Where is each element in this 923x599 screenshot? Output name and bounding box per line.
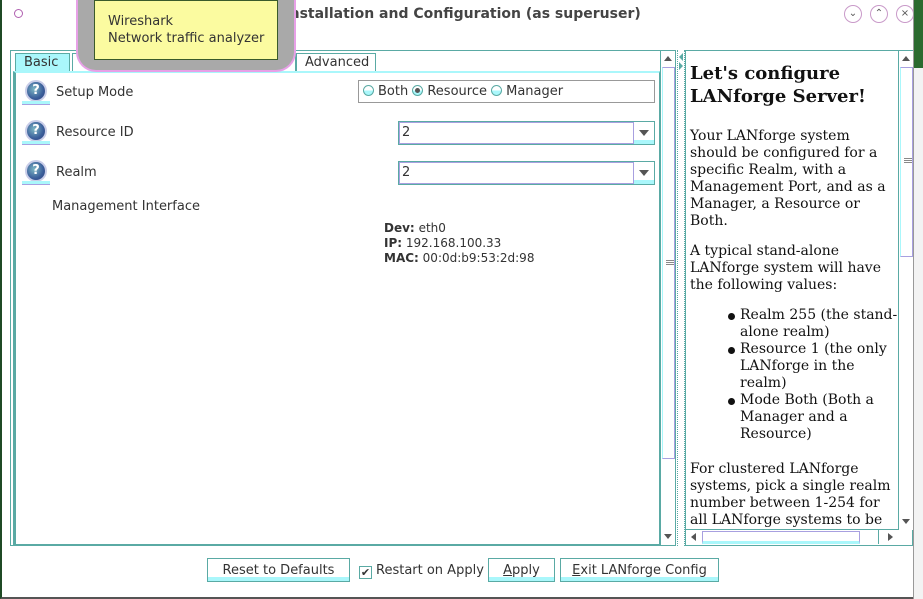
dev-label: Dev: (384, 221, 415, 235)
scroll-right-arrow[interactable] (878, 530, 898, 544)
scroll-down-arrow[interactable] (661, 529, 675, 543)
radio-icon (363, 85, 374, 96)
minimize-button[interactable]: ⌄ (844, 5, 862, 23)
collapse-right-arrow[interactable] (679, 62, 683, 70)
scroll-down-arrow[interactable] (899, 514, 913, 528)
apply-mnemonic: A (503, 563, 513, 578)
help-bullet: Realm 255 (the stand-alone realm) (728, 307, 898, 340)
radio-manager-label: Manager (506, 84, 564, 99)
ip-label: IP: (384, 236, 403, 250)
help-heading: Let's configure LANforge Server! (690, 63, 866, 107)
radio-both-label: Both (378, 84, 409, 99)
scroll-up-arrow[interactable] (899, 52, 913, 66)
help-paragraph-1: Your LANforge system should be configure… (690, 128, 886, 229)
apply-button[interactable]: Apply (488, 558, 555, 582)
resource-id-label: Resource ID (56, 125, 134, 140)
management-interface-label: Management Interface (52, 199, 200, 214)
tooltip-description: Network traffic analyzer (108, 31, 265, 46)
scrollbar-thumb[interactable] (702, 531, 860, 544)
radio-resource-label: Resource (427, 84, 487, 99)
help-horizontal-scrollbar[interactable] (686, 529, 898, 545)
apply-label: pply (512, 563, 540, 578)
window-menu-icon[interactable] (14, 9, 23, 18)
wireshark-tooltip: Wireshark Network traffic analyzer (94, 0, 278, 60)
lanforge-config-window: ge Installation and Configuration (as su… (0, 0, 923, 599)
tab-advanced[interactable]: Advanced (296, 53, 376, 72)
scrollbar-thumb[interactable] (900, 67, 913, 257)
chevron-down-icon[interactable] (634, 122, 654, 144)
pane-splitter[interactable] (677, 50, 685, 546)
help-bullet: Resource 1 (the only LANforge in the rea… (728, 341, 898, 392)
basic-tab-panel: ? Setup Mode Both Resource Manager ? Res… (13, 71, 660, 545)
close-button[interactable]: × (896, 5, 914, 23)
radio-manager[interactable]: Manager (491, 84, 563, 99)
chevron-down-icon[interactable] (634, 162, 654, 184)
tooltip-title: Wireshark (108, 14, 174, 29)
help-pane: Let's configure LANforge Server! Your LA… (685, 50, 913, 546)
help-icon-resource-id[interactable]: ? (22, 119, 50, 145)
scroll-up-arrow[interactable] (661, 52, 675, 66)
reset-to-defaults-button[interactable]: Reset to Defaults (207, 558, 350, 582)
setup-mode-label: Setup Mode (56, 85, 134, 100)
tab-basic[interactable]: Basic (15, 53, 70, 72)
realm-label: Realm (56, 165, 97, 180)
help-bullet: Mode Both (Both a Manager and a Resource… (728, 392, 898, 443)
resource-id-combo[interactable]: 2 (398, 121, 655, 145)
settings-pane: Basic Network Logging Clustering Advance… (10, 50, 676, 546)
settings-vertical-scrollbar[interactable] (660, 51, 675, 545)
window-title: ge Installation and Configuration (as su… (260, 6, 641, 22)
help-paragraph-2: A typical stand-alone LANforge system wi… (690, 243, 881, 293)
resource-id-value[interactable]: 2 (399, 122, 634, 144)
help-content: Let's configure LANforge Server! Your LA… (686, 51, 898, 530)
help-icon-realm[interactable]: ? (22, 159, 50, 185)
setup-mode-radio-group: Both Resource Manager (358, 80, 655, 103)
grip-icon (666, 260, 674, 265)
radio-icon (491, 85, 503, 96)
maximize-button[interactable]: ⌃ (870, 5, 888, 23)
mac-label: MAC: (384, 251, 419, 265)
realm-combo[interactable]: 2 (398, 161, 655, 185)
help-paragraph-3: For clustered LANforge systems, pick a s… (690, 461, 891, 530)
radio-resource[interactable]: Resource (412, 84, 487, 99)
scrollbar-thumb[interactable] (662, 67, 675, 459)
help-icon-setup-mode[interactable]: ? (22, 79, 50, 105)
dev-value: eth0 (418, 221, 446, 235)
help-bullet-list: Realm 255 (the stand-alone realm) Resour… (690, 307, 898, 443)
radio-selected-icon (412, 85, 424, 96)
exit-lanforge-config-button[interactable]: Exit LANforge Config (560, 558, 719, 582)
background-window-edge (913, 0, 923, 599)
ip-value: 192.168.100.33 (405, 236, 502, 250)
scroll-left-arrow[interactable] (686, 530, 700, 544)
grip-icon (904, 158, 912, 163)
radio-both[interactable]: Both (363, 84, 408, 99)
management-interface-info: Dev: eth0 IP: 192.168.100.33 MAC: 00:0d:… (384, 221, 534, 266)
collapse-left-arrow[interactable] (679, 53, 683, 61)
realm-value[interactable]: 2 (399, 162, 634, 184)
checkmark-icon[interactable]: ✔ (359, 566, 372, 579)
restart-on-apply-label: Restart on Apply (376, 563, 484, 578)
exit-label: xit LANforge Config (580, 563, 707, 578)
mac-value: 00:0d:b9:53:2d:98 (422, 251, 535, 265)
restart-on-apply-checkbox[interactable]: ✔ Restart on Apply (359, 563, 484, 579)
help-vertical-scrollbar[interactable] (898, 51, 913, 530)
